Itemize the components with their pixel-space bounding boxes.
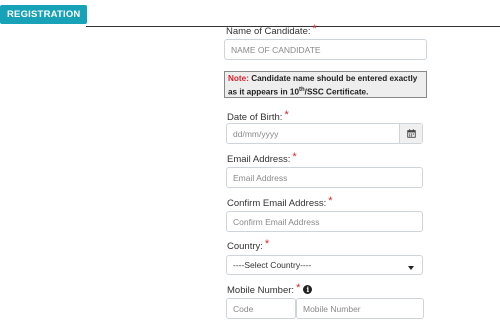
required-marker: *	[296, 282, 301, 294]
mobile-number-input[interactable]: Mobile Number	[296, 298, 424, 319]
registration-tab[interactable]: REGISTRATION	[0, 5, 88, 24]
required-marker: *	[284, 109, 289, 121]
required-marker: *	[328, 195, 333, 207]
chevron-down-icon	[408, 266, 414, 270]
required-marker: *	[292, 151, 297, 163]
candidate-name-label: Name of Candidate: *	[226, 23, 317, 37]
mobile-code-input[interactable]: Code	[226, 298, 296, 319]
calendar-icon	[406, 129, 416, 138]
candidate-name-input[interactable]: NAME OF CANDIDATE	[224, 39, 427, 60]
calendar-button[interactable]	[399, 124, 422, 143]
confirm-email-label: Confirm Email Address: *	[227, 195, 333, 209]
dob-label: Date of Birth: *	[227, 109, 289, 123]
required-marker: *	[312, 23, 317, 35]
info-icon[interactable]: i	[303, 285, 313, 294]
email-input[interactable]: Email Address	[226, 167, 423, 188]
country-select[interactable]: ----Select Country----	[226, 255, 423, 275]
note-label: Note:	[228, 74, 249, 83]
required-marker: *	[264, 238, 270, 250]
country-label: Country: *	[227, 238, 270, 252]
dob-input[interactable]: dd/mm/yyyy	[226, 123, 423, 144]
confirm-email-input[interactable]: Confirm Email Address	[226, 211, 423, 232]
name-note: Note: Candidate name should be entered e…	[224, 71, 427, 98]
mobile-label: Mobile Number: * i	[227, 282, 313, 296]
email-label: Email Address: *	[227, 151, 297, 165]
